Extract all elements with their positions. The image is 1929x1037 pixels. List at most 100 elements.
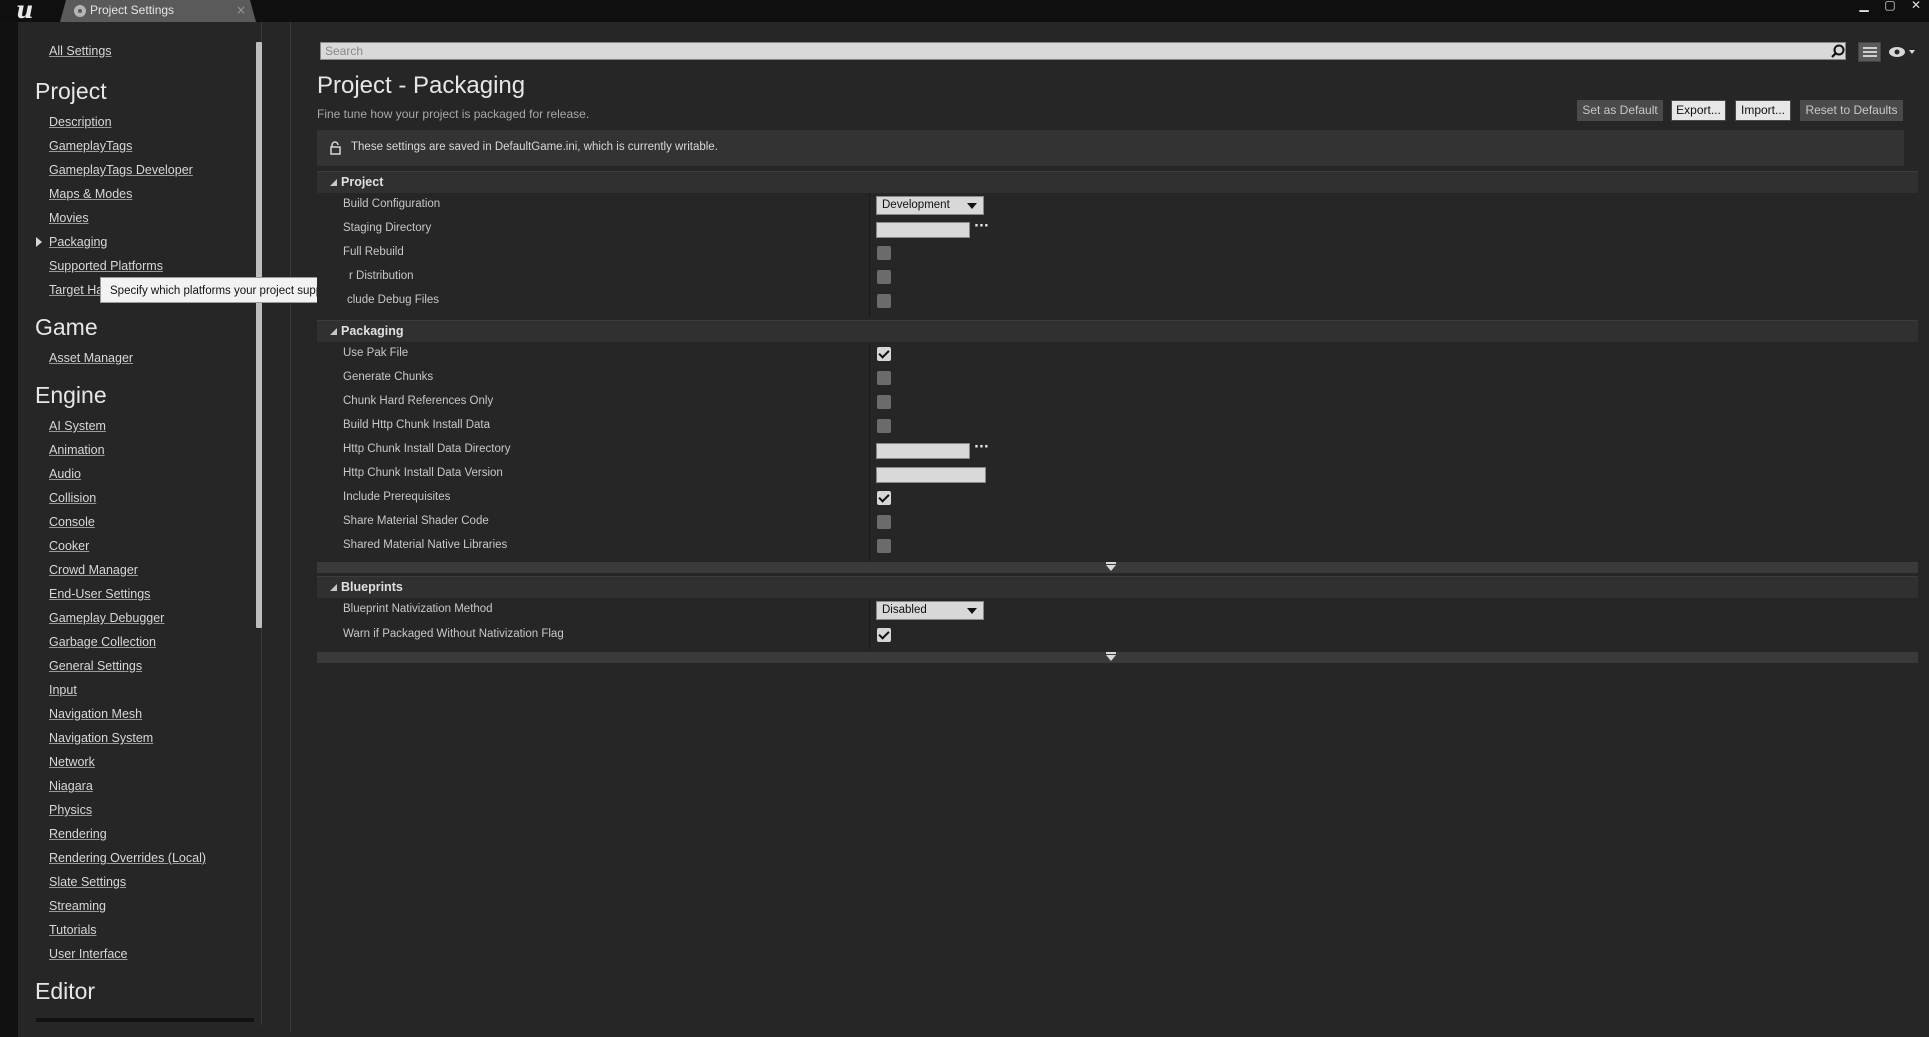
- eye-icon[interactable]: [1888, 45, 1916, 59]
- property-label: Http Chunk Install Data Version: [343, 467, 503, 479]
- for-distribution-checkbox[interactable]: [877, 270, 891, 284]
- nav-item-cooker[interactable]: Cooker: [49, 539, 89, 553]
- nav-item-collision[interactable]: Collision: [49, 491, 96, 505]
- reset-to-defaults-button[interactable]: Reset to Defaults: [1800, 100, 1903, 121]
- nav-item-network[interactable]: Network: [49, 755, 95, 769]
- full-rebuild-checkbox[interactable]: [877, 246, 891, 260]
- include-debug-files-checkbox[interactable]: [877, 294, 891, 308]
- property-row: Generate Chunks: [317, 366, 1918, 390]
- expand-chevron-icon: [1106, 652, 1116, 661]
- section-title: Blueprints: [341, 580, 403, 594]
- generate-chunks-checkbox[interactable]: [877, 371, 891, 385]
- property-row: Share Material Shader Code: [317, 510, 1918, 534]
- nav-item-console[interactable]: Console: [49, 515, 95, 529]
- close-button[interactable]: ✕: [1903, 0, 1929, 12]
- nav-item-supported-platforms[interactable]: Supported Platforms: [49, 259, 163, 273]
- import-button[interactable]: Import...: [1735, 100, 1791, 121]
- minimize-button[interactable]: ▁: [1851, 0, 1877, 12]
- section-header-packaging[interactable]: Packaging: [317, 320, 1918, 342]
- property-row: Full Rebuild: [317, 241, 1918, 265]
- panel-divider: [290, 22, 291, 1032]
- nav-header-editor: Editor: [35, 978, 96, 1004]
- section-body-packaging: Use Pak File Generate Chunks Chunk Hard …: [317, 342, 1918, 562]
- nav-item-tutorials[interactable]: Tutorials: [49, 923, 96, 937]
- property-row: Http Chunk Install Data Version: [317, 462, 1918, 486]
- http-chunk-version-field[interactable]: [876, 467, 986, 483]
- nav-item-navigation-mesh[interactable]: Navigation Mesh: [49, 707, 142, 721]
- export-button[interactable]: Export...: [1671, 100, 1726, 121]
- nativization-method-combo[interactable]: Disabled: [876, 601, 984, 620]
- set-as-default-button[interactable]: Set as Default: [1577, 100, 1663, 121]
- tab-close-icon[interactable]: ×: [236, 3, 246, 17]
- nav-item-ai-system[interactable]: AI System: [49, 419, 106, 433]
- nav-item-rendering[interactable]: Rendering: [49, 827, 107, 841]
- warn-without-nativization-checkbox[interactable]: [877, 628, 891, 642]
- property-row: clude Debug Files: [317, 289, 1918, 313]
- combo-value: Development: [882, 199, 950, 211]
- share-material-shader-checkbox[interactable]: [877, 515, 891, 529]
- search-icon[interactable]: [1831, 44, 1845, 58]
- nav-item-packaging[interactable]: Packaging: [49, 235, 107, 249]
- shared-material-native-checkbox[interactable]: [877, 539, 891, 553]
- maximize-button[interactable]: ▢: [1877, 0, 1903, 12]
- show-advanced-button[interactable]: [317, 562, 1918, 573]
- nav-item-niagara[interactable]: Niagara: [49, 779, 93, 793]
- chunk-hard-references-checkbox[interactable]: [877, 395, 891, 409]
- tab-label: Project Settings: [90, 3, 175, 17]
- build-configuration-combo[interactable]: Development: [876, 196, 984, 215]
- browse-ellipsis-button[interactable]: ···: [974, 440, 989, 455]
- notice-text: These settings are saved in DefaultGame.…: [351, 141, 718, 153]
- nav-item-gameplay-debugger[interactable]: Gameplay Debugger: [49, 611, 164, 625]
- tooltip: Specify which platforms your project sup…: [100, 277, 350, 303]
- property-label: Share Material Shader Code: [343, 515, 489, 527]
- nav-item-physics[interactable]: Physics: [49, 803, 92, 817]
- collapse-triangle-icon: [330, 179, 337, 186]
- nav-item-animation[interactable]: Animation: [49, 443, 105, 457]
- use-pak-file-checkbox[interactable]: [877, 347, 891, 361]
- build-http-chunk-checkbox[interactable]: [877, 419, 891, 433]
- nav-item-rendering-overrides[interactable]: Rendering Overrides (Local): [49, 851, 206, 865]
- http-chunk-directory-field[interactable]: [876, 443, 970, 459]
- nav-item-gameplaytags-developer[interactable]: GameplayTags Developer: [49, 163, 193, 177]
- config-notice-bar: These settings are saved in DefaultGame.…: [317, 130, 1904, 166]
- sidebar-scrollbar[interactable]: [256, 42, 262, 628]
- property-label: Blueprint Nativization Method: [343, 603, 493, 615]
- left-border: [0, 22, 18, 1037]
- nav-item-streaming[interactable]: Streaming: [49, 899, 106, 913]
- nav-item-maps-modes[interactable]: Maps & Modes: [49, 187, 132, 201]
- nav-item-general-settings[interactable]: General Settings: [49, 659, 142, 673]
- nav-item-input[interactable]: Input: [49, 683, 77, 697]
- nav-item-navigation-system[interactable]: Navigation System: [49, 731, 153, 745]
- page-title: Project - Packaging: [317, 72, 526, 99]
- property-label: r Distribution: [349, 270, 414, 282]
- dropdown-arrow-icon: [967, 203, 977, 209]
- nav-item-description[interactable]: Description: [49, 115, 112, 129]
- nav-item-gameplaytags[interactable]: GameplayTags: [49, 139, 132, 153]
- all-settings-link[interactable]: All Settings: [49, 44, 112, 58]
- property-row: Warn if Packaged Without Nativization Fl…: [317, 623, 1918, 647]
- sidebar-horizontal-scrollbar[interactable]: [36, 1018, 254, 1022]
- include-prerequisites-checkbox[interactable]: [877, 491, 891, 505]
- tab-project-settings[interactable]: Project Settings ×: [60, 0, 256, 22]
- section-header-blueprints[interactable]: Blueprints: [317, 576, 1918, 598]
- nav-item-garbage-collection[interactable]: Garbage Collection: [49, 635, 156, 649]
- view-options-button[interactable]: [1858, 42, 1881, 62]
- browse-ellipsis-button[interactable]: ···: [974, 219, 989, 234]
- nav-header-game: Game: [35, 314, 98, 340]
- property-row: Include Prerequisites: [317, 486, 1918, 510]
- nav-item-movies[interactable]: Movies: [49, 211, 89, 225]
- section-header-project[interactable]: Project: [317, 171, 1918, 193]
- section-title: Project: [341, 175, 384, 189]
- nav-item-slate-settings[interactable]: Slate Settings: [49, 875, 126, 889]
- property-row: Http Chunk Install Data Directory ···: [317, 438, 1918, 462]
- active-item-arrow-icon: [36, 237, 42, 247]
- nav-item-crowd-manager[interactable]: Crowd Manager: [49, 563, 138, 577]
- nav-item-user-interface[interactable]: User Interface: [49, 947, 128, 961]
- nav-item-audio[interactable]: Audio: [49, 467, 81, 481]
- search-input[interactable]: [320, 42, 1846, 60]
- nav-item-end-user-settings[interactable]: End-User Settings: [49, 587, 150, 601]
- staging-directory-field[interactable]: [876, 222, 970, 238]
- property-label: Build Configuration: [343, 198, 441, 210]
- nav-item-asset-manager[interactable]: Asset Manager: [49, 351, 133, 365]
- show-advanced-button[interactable]: [317, 652, 1918, 663]
